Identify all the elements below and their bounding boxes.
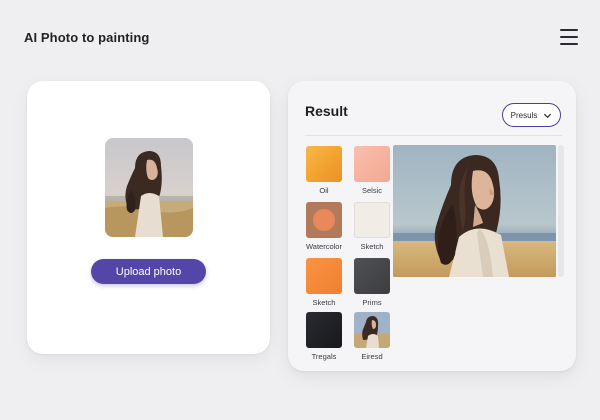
result-heading: Result	[305, 103, 348, 119]
style-swatch	[354, 202, 390, 238]
style-swatch	[354, 258, 390, 294]
hamburger-menu-icon[interactable]	[560, 29, 578, 45]
upload-photo-button[interactable]: Upload photo	[91, 259, 206, 284]
style-swatch	[354, 146, 390, 182]
style-label: Sketch	[312, 298, 336, 307]
style-tile-eiresd[interactable]: Eiresd	[353, 312, 391, 361]
style-label: Watercolor	[306, 242, 342, 251]
style-tile-prims[interactable]: Prims	[353, 258, 391, 307]
style-swatch	[354, 312, 390, 348]
upload-panel: Upload photo	[27, 81, 270, 354]
style-label: Sketch	[360, 242, 384, 251]
result-panel: Result Presuls Oil Selsic Watercolor Ske…	[288, 81, 576, 371]
style-label: Eiresd	[361, 352, 383, 361]
style-label: Tregals	[311, 352, 337, 361]
result-scrollbar[interactable]	[558, 145, 564, 277]
style-tile-oil[interactable]: Oil	[305, 146, 343, 195]
style-tile-sketch-orange[interactable]: Sketch	[305, 258, 343, 307]
presets-dropdown[interactable]: Presuls	[502, 103, 561, 127]
style-swatch	[306, 202, 342, 238]
style-tile-sketch[interactable]: Sketch	[353, 202, 391, 251]
uploaded-photo-thumbnail	[105, 138, 193, 237]
app-title: AI Photo to painting	[24, 30, 150, 45]
style-swatch	[306, 146, 342, 182]
chevron-down-icon	[544, 113, 552, 118]
style-tile-selsic[interactable]: Selsic	[353, 146, 391, 195]
presets-label: Presuls	[510, 110, 538, 120]
style-swatch	[306, 258, 342, 294]
style-label: Prims	[362, 298, 382, 307]
painting-result-image	[393, 145, 556, 277]
style-label: Selsic	[361, 186, 382, 195]
style-tile-watercolor[interactable]: Watercolor	[305, 202, 343, 251]
style-tile-tregals[interactable]: Tregals	[305, 312, 343, 361]
style-label: Oil	[319, 186, 329, 195]
style-swatch	[306, 312, 342, 348]
divider	[305, 135, 562, 136]
